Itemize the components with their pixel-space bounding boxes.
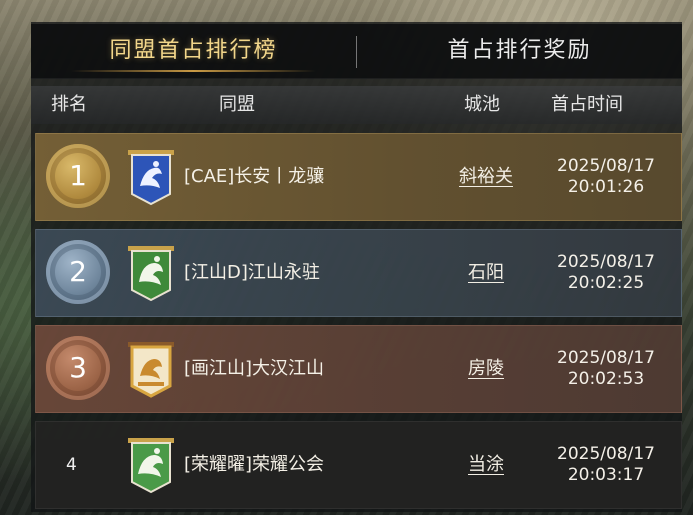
occupation-date: 2025/08/17	[557, 444, 655, 464]
rank-number: 1	[69, 159, 87, 192]
alliance-banner-icon	[128, 342, 174, 398]
occupation-clock-time: 20:02:25	[567, 273, 645, 293]
alliance-name[interactable]: [荣耀曜]荣耀公会	[184, 422, 324, 508]
city-link[interactable]: 当涂	[416, 422, 556, 508]
alliance-banner-icon	[128, 438, 174, 494]
city-link[interactable]: 石阳	[416, 230, 556, 316]
rank-number: 3	[69, 351, 87, 384]
occupation-clock-time: 20:03:17	[567, 465, 645, 485]
city-link[interactable]: 斜裕关	[416, 134, 556, 220]
gold-medal-icon: 1	[46, 144, 110, 208]
header-alliance: 同盟	[219, 94, 255, 115]
occupation-clock-time: 20:01:26	[567, 177, 645, 197]
alliance-name[interactable]: [江山D]江山永驻	[184, 230, 320, 316]
table-row: 4 [荣耀曜]荣耀公会 当涂 2025/08/17 20:03:17	[35, 421, 682, 509]
header-city: 城池	[464, 94, 500, 115]
city-link[interactable]: 房陵	[416, 326, 556, 412]
first-occupation-time: 2025/08/17 20:02:53	[541, 348, 671, 390]
occupation-date: 2025/08/17	[557, 252, 655, 272]
header-first-occupation-time: 首占时间	[551, 94, 623, 115]
alliance-name[interactable]: [画江山]大汉江山	[184, 326, 324, 412]
tab-bar: 同盟首占排行榜 首占排行奖励	[31, 24, 682, 79]
tab-first-occupation-ranking[interactable]: 同盟首占排行榜	[31, 24, 356, 78]
table-header: 排名 同盟 城池 首占时间	[31, 86, 682, 124]
header-rank: 排名	[51, 94, 87, 115]
rank-number: 2	[69, 255, 87, 288]
occupation-clock-time: 20:02:53	[567, 369, 645, 389]
silver-medal-icon: 2	[46, 240, 110, 304]
rank-number: 4	[66, 455, 77, 475]
occupation-date: 2025/08/17	[557, 156, 655, 176]
alliance-banner-icon	[128, 150, 174, 206]
table-row: 2 [江山D]江山永驻 石阳 2025/08/17 20:02:25	[35, 229, 682, 317]
first-occupation-time: 2025/08/17 20:03:17	[541, 444, 671, 486]
game-background: 同盟首占排行榜 首占排行奖励 排名 同盟 城池 首占时间 1 [CAE]长安丨龙…	[0, 0, 693, 515]
table-row: 3 [画江山]大汉江山 房陵 2025/08/17 20:02:53	[35, 325, 682, 413]
table-row: 1 [CAE]长安丨龙骧 斜裕关 2025/08/17 20:01:26	[35, 133, 682, 221]
first-occupation-time: 2025/08/17 20:02:25	[541, 252, 671, 294]
alliance-banner-icon	[128, 246, 174, 302]
first-occupation-time: 2025/08/17 20:01:26	[541, 156, 671, 198]
occupation-date: 2025/08/17	[557, 348, 655, 368]
tab-first-occupation-rewards[interactable]: 首占排行奖励	[357, 24, 682, 78]
alliance-name[interactable]: [CAE]长安丨龙骧	[184, 134, 324, 220]
bronze-medal-icon: 3	[46, 336, 110, 400]
